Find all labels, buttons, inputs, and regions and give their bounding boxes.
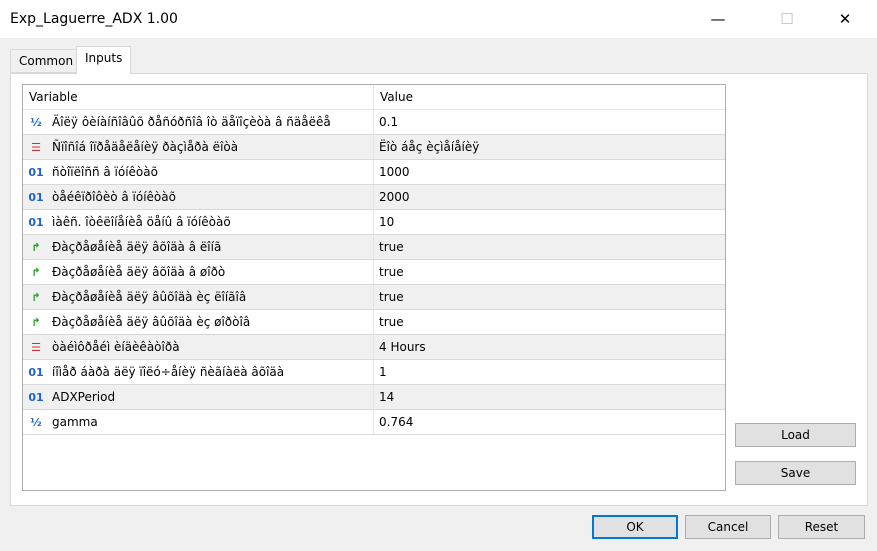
cancel-button[interactable]: Cancel xyxy=(685,515,771,539)
half-fraction-icon: ½ xyxy=(30,415,42,429)
column-header-variable[interactable]: Variable xyxy=(23,85,374,109)
boolean-arrow-icon: ↱ xyxy=(31,265,41,279)
value-cell[interactable]: Ëîò áåç èçìåíåíèÿ xyxy=(374,135,725,159)
tab-common[interactable]: Common xyxy=(10,49,83,73)
tab-inputs[interactable]: Inputs xyxy=(76,46,132,74)
value-cell[interactable]: true xyxy=(374,260,725,284)
value-cell[interactable]: true xyxy=(374,285,725,309)
value-cell[interactable]: 1000 xyxy=(374,160,725,184)
maximize-button[interactable]: ☐ xyxy=(764,0,810,38)
value-cell[interactable]: 10 xyxy=(374,210,725,234)
table-row[interactable]: ↱ Ðàçðåøåíèå äëÿ âûõîäà èç ëîíãîâ true xyxy=(23,285,725,310)
variable-name: Ðàçðåøåíèå äëÿ âûõîäà èç ëîíãîâ xyxy=(52,290,247,304)
value-cell[interactable]: 1 xyxy=(374,360,725,384)
boolean-arrow-icon: ↱ xyxy=(31,315,41,329)
value-cell[interactable]: 0.764 xyxy=(374,410,725,434)
table-row[interactable]: 01 íîìåð áàðà äëÿ ïîëó÷åíèÿ ñèãíàëà âõîäà… xyxy=(23,360,725,385)
table-row[interactable]: ½ Äîëÿ ôèíàíñîâûõ ðåñóðñîâ îò äåïîçèòà â … xyxy=(23,110,725,135)
variable-name: Ñïîñîá îïðåäåëåíèÿ ðàçìåðà ëîòà xyxy=(52,140,239,154)
save-button[interactable]: Save xyxy=(735,461,856,485)
table-row[interactable]: 01 ñòîïëîññ â ïóíêòàõ 1000 xyxy=(23,160,725,185)
variable-name: òàéìôðåéì èíäèêàòîðà xyxy=(52,340,180,354)
variable-name: Ðàçðåøåíèå äëÿ âõîäà â ëîíã xyxy=(52,240,222,254)
value-cell[interactable]: 14 xyxy=(374,385,725,409)
load-button[interactable]: Load xyxy=(735,423,856,447)
value-cell[interactable]: true xyxy=(374,310,725,334)
variable-name: òåéêïðîôèò â ïóíêòàõ xyxy=(52,190,176,204)
value-cell[interactable]: true xyxy=(374,235,725,259)
title-bar: Exp_Laguerre_ADX 1.00 — ☐ ✕ xyxy=(0,0,877,38)
integer-icon: 01 xyxy=(28,215,44,229)
variable-name: ìàêñ. îòêëîíåíèå öåíû â ïóíêòàõ xyxy=(52,215,231,229)
table-row[interactable]: ☰ Ñïîñîá îïðåäåëåíèÿ ðàçìåðà ëîòà Ëîò áåç … xyxy=(23,135,725,160)
column-header-value[interactable]: Value xyxy=(374,85,725,109)
boolean-arrow-icon: ↱ xyxy=(31,290,41,304)
table-row[interactable]: ↱ Ðàçðåøåíèå äëÿ âûõîäà èç øîðòîâ true xyxy=(23,310,725,335)
value-cell[interactable]: 2000 xyxy=(374,185,725,209)
inputs-grid: Variable Value ½ Äîëÿ ôèíàíñîâûõ ðåñóðñîâ… xyxy=(22,84,726,491)
minimize-button[interactable]: — xyxy=(695,0,741,38)
integer-icon: 01 xyxy=(28,365,44,379)
reset-button[interactable]: Reset xyxy=(778,515,865,539)
enum-list-icon: ☰ xyxy=(31,140,41,154)
boolean-arrow-icon: ↱ xyxy=(31,240,41,254)
table-row[interactable]: ½ gamma 0.764 xyxy=(23,410,725,435)
enum-list-icon: ☰ xyxy=(31,340,41,354)
table-row[interactable]: 01 ìàêñ. îòêëîíåíèå öåíû â ïóíêòàõ 10 xyxy=(23,210,725,235)
table-row[interactable]: ☰ òàéìôðåéì èíäèêàòîðà 4 Hours xyxy=(23,335,725,360)
value-cell[interactable]: 0.1 xyxy=(374,110,725,134)
variable-name: ñòîïëîññ â ïóíêòàõ xyxy=(52,165,158,179)
variable-name: Ðàçðåøåíèå äëÿ âõîäà â øîðò xyxy=(52,265,226,279)
integer-icon: 01 xyxy=(28,165,44,179)
table-row[interactable]: ↱ Ðàçðåøåíèå äëÿ âõîäà â øîðò true xyxy=(23,260,725,285)
table-row[interactable]: 01 òåéêïðîôèò â ïóíêòàõ 2000 xyxy=(23,185,725,210)
variable-name: Äîëÿ ôèíàíñîâûõ ðåñóðñîâ îò äåïîçèòà â ñ… xyxy=(52,115,331,129)
value-cell[interactable]: 4 Hours xyxy=(374,335,725,359)
variable-name: íîìåð áàðà äëÿ ïîëó÷åíèÿ ñèãíàëà âõîäà xyxy=(52,365,285,379)
variable-name: ADXPeriod xyxy=(52,390,116,404)
integer-icon: 01 xyxy=(28,190,44,204)
inputs-panel: Variable Value ½ Äîëÿ ôèíàíñîâûõ ðåñóðñîâ… xyxy=(10,73,868,506)
ok-button[interactable]: OK xyxy=(592,515,678,539)
integer-icon: 01 xyxy=(28,390,44,404)
variable-name: Ðàçðåøåíèå äëÿ âûõîäà èç øîðòîâ xyxy=(52,315,251,329)
half-fraction-icon: ½ xyxy=(30,115,42,129)
table-row[interactable]: 01 ADXPeriod 14 xyxy=(23,385,725,410)
window-title: Exp_Laguerre_ADX 1.00 xyxy=(10,11,178,27)
close-button[interactable]: ✕ xyxy=(822,0,868,38)
variable-name: gamma xyxy=(52,415,98,429)
table-row[interactable]: ↱ Ðàçðåøåíèå äëÿ âõîäà â ëîíã true xyxy=(23,235,725,260)
